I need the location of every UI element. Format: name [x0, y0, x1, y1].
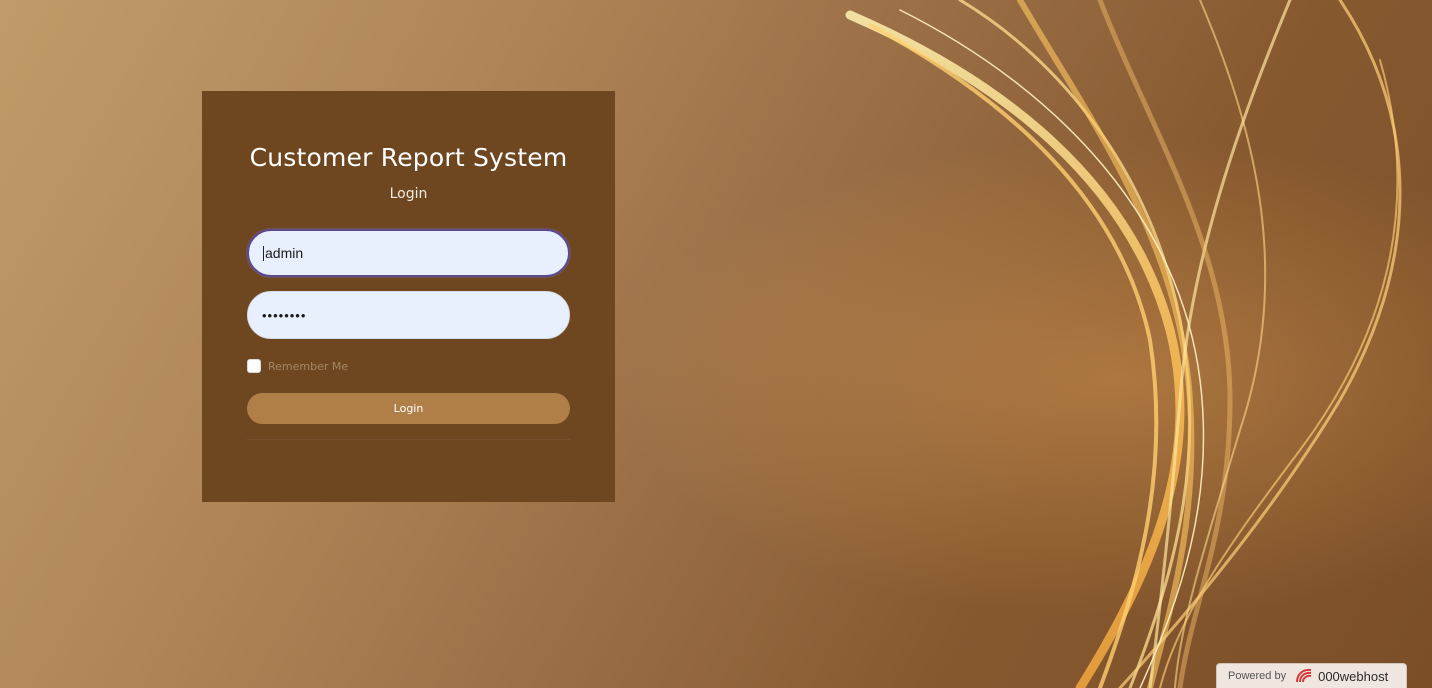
host-name: 000webhost	[1318, 668, 1389, 684]
remember-me-label[interactable]: Remember Me	[268, 360, 348, 373]
powered-by-label: Powered by	[1228, 670, 1287, 682]
powered-by-badge[interactable]: Powered by 000webhost	[1216, 663, 1407, 688]
divider	[247, 439, 570, 440]
password-value: ••••••••	[262, 307, 307, 323]
000webhost-logo-icon	[1296, 668, 1312, 683]
username-input[interactable]: admin	[247, 229, 570, 277]
login-button[interactable]: Login	[247, 393, 570, 424]
username-value: admin	[265, 245, 304, 261]
login-card: Customer Report System Login admin •••••…	[202, 91, 615, 502]
remember-me-row[interactable]: Remember Me	[247, 359, 348, 373]
remember-me-checkbox[interactable]	[247, 359, 261, 373]
page-title: Customer Report System	[249, 143, 568, 172]
text-caret	[263, 245, 264, 261]
login-subtitle: Login	[389, 186, 428, 202]
password-input[interactable]: ••••••••	[247, 291, 570, 339]
